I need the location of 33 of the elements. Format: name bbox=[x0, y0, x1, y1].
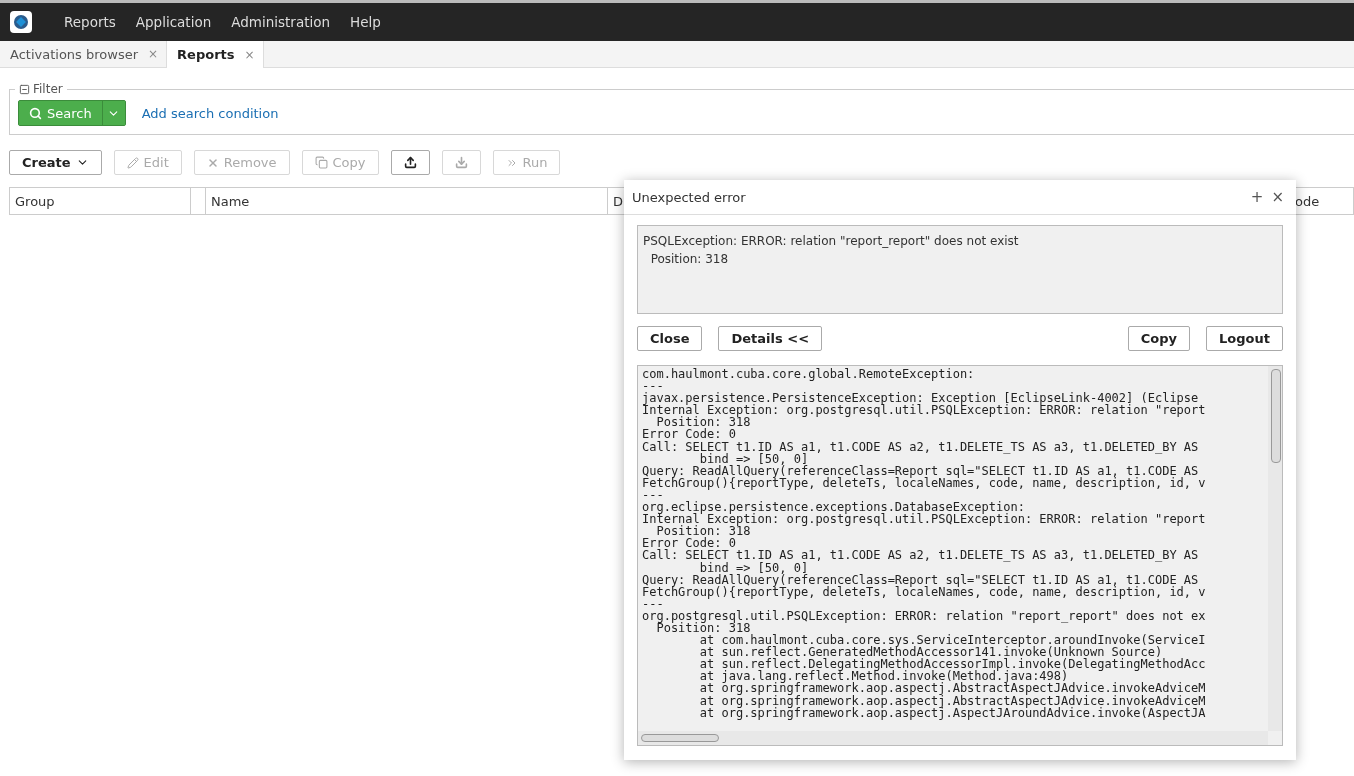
dialog-button[interactable]: Logout bbox=[1206, 326, 1283, 351]
upload-icon bbox=[403, 156, 417, 169]
filter-label: Filter bbox=[33, 82, 63, 97]
menu-item[interactable]: Application bbox=[125, 14, 222, 30]
error-message: PSQLException: ERROR: relation "report_report" does not exist Position: 318 bbox=[637, 225, 1283, 314]
upload-button[interactable] bbox=[390, 150, 430, 175]
toolbar-button[interactable]: Create bbox=[9, 150, 102, 175]
column-header[interactable]: ode bbox=[1295, 193, 1320, 209]
tab[interactable]: Reports × bbox=[167, 41, 264, 68]
vertical-scrollbar[interactable] bbox=[1268, 366, 1282, 731]
dialog-title: Unexpected error bbox=[632, 189, 747, 205]
remove-icon bbox=[206, 156, 219, 169]
add-condition-link[interactable]: Add search condition bbox=[141, 105, 279, 121]
menu-item[interactable]: Administration bbox=[221, 14, 341, 30]
collapse-icon[interactable] bbox=[19, 84, 30, 95]
dialog-button[interactable]: Copy bbox=[1127, 326, 1191, 351]
column-header[interactable]: D bbox=[613, 193, 623, 209]
dialog-button[interactable]: Details << bbox=[718, 326, 823, 351]
column-header[interactable]: Name bbox=[211, 193, 250, 209]
horizontal-scrollbar[interactable] bbox=[638, 731, 1268, 745]
app-logo-icon[interactable] bbox=[10, 11, 32, 33]
search-icon bbox=[29, 106, 42, 120]
copy-icon bbox=[314, 156, 328, 169]
download-icon bbox=[454, 156, 468, 169]
dialog-button[interactable]: Close bbox=[637, 326, 703, 351]
menu-item[interactable]: Help bbox=[340, 14, 391, 30]
maximize-button[interactable]: + bbox=[1246, 188, 1268, 206]
menu-item[interactable]: Reports bbox=[54, 14, 126, 30]
close-icon[interactable]: × bbox=[244, 47, 255, 62]
close-button[interactable]: × bbox=[1267, 188, 1288, 206]
column-header[interactable]: Group bbox=[15, 193, 55, 209]
stack-trace-text: com.haulmont.cuba.core.global.RemoteException: --- javax.persistence.PersistenceException: Exception [EclipseLink-4002] (Eclipse Internal Exception: org.postgresql.util.PSQLException: ERROR: relation "report Position: 318 Error Code: 0 Call: SELECT t1.ID AS a1, t1.CODE AS a2, t1.DELETE_TS AS a3, t1.DELETED_BY AS bind => [50, 0] Query: ReadAllQuery(referenceClass=Report sql="SELECT t1.ID AS a1, t1.CODE AS FetchGroup(){reportType, deleteTs, localeNames, code, name, description, id, v --- org.eclipse.persistence.exceptions.DatabaseException: Internal Exception: org.postgresql.util.PSQLException: ERROR: relation "report Position: 318 Error Code: 0 Call: SELECT t1.ID AS a1, t1.CODE AS a2, t1.DELETE_TS AS a3, t1.DELETED_BY AS bind => [50, 0] Query: ReadAllQuery(referenceClass=Report sql="SELECT t1.ID AS a1, t1.CODE AS FetchGroup(){reportType, deleteTs, localeNames, code, name, description, id, v --- org.postgresql.util.PSQLException: ERROR: relation "report_report" does not ex Position: 318 at com.haulmont.cuba.core.sys.ServiceInterceptor.aroundInvoke(ServiceI at sun.reflect.GeneratedMethodAccessor141.invoke(Unknown Source) at sun.reflect.DelegatingMethodAccessorImpl.invoke(DelegatingMethodAcc at java.lang.reflect.Method.invoke(Method.java:498) at org.springframework.aop.aspectj.AbstractAspectJAdvice.invokeAdviceM at org.springframework.aop.aspectj.AbstractAspectJAdvice.invokeAdviceM at org.springframework.aop.aspectj.AspectJAroundAdvice.invoke(AspectJA bbox=[641, 366, 1207, 719]
pencil-icon bbox=[126, 156, 139, 169]
